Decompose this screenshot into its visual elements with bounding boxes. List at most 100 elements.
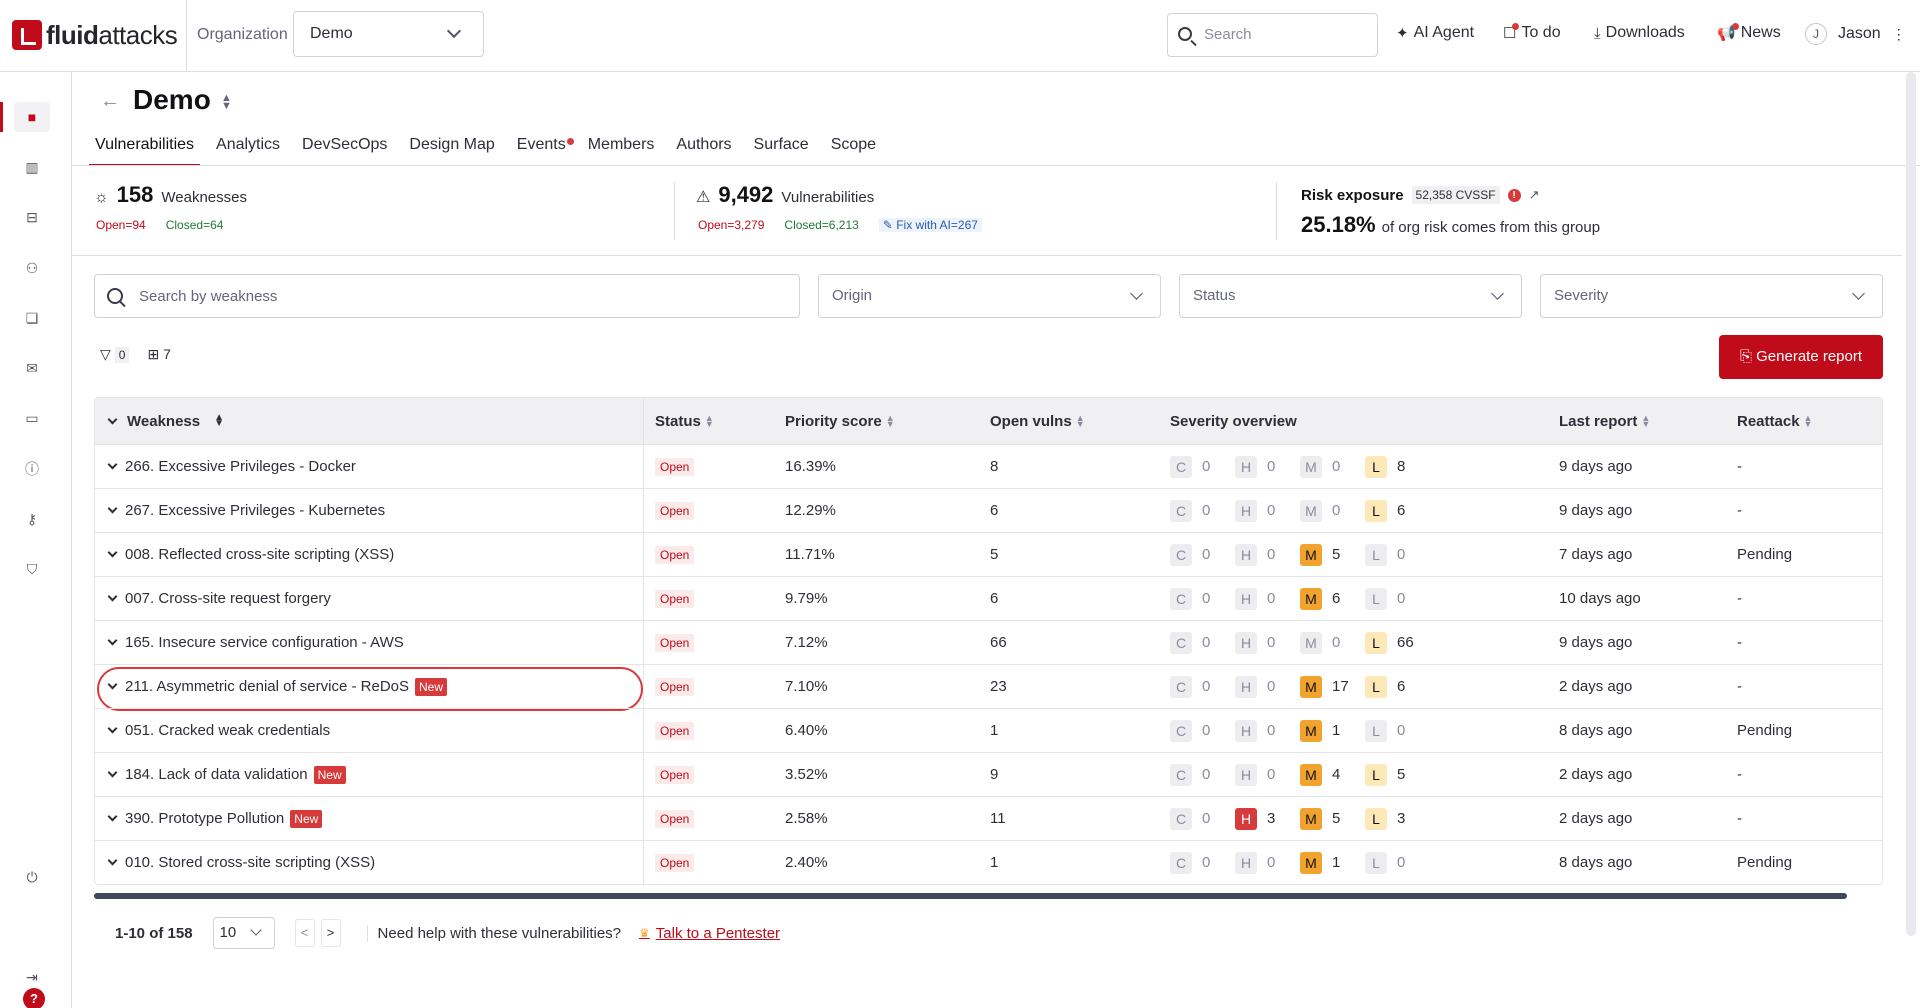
status-select[interactable]: Status (1179, 274, 1522, 318)
header-weakness[interactable]: Weakness ▲ ▼ (127, 398, 224, 444)
tab-analytics[interactable]: Analytics (216, 132, 280, 166)
sidebar-item-mail[interactable]: ✉ (14, 353, 50, 383)
status-badge: Open (655, 677, 695, 696)
organization-select[interactable]: Demo (293, 11, 484, 57)
sidebar-item-members[interactable]: ⚇ (14, 253, 50, 283)
weakness-cell[interactable]: 165. Insecure service configuration - AW… (125, 621, 404, 664)
previous-page-button[interactable]: < (294, 919, 315, 947)
warning-icon: ⚠ (696, 189, 711, 206)
weakness-cell[interactable]: 184. Lack of data validation New (125, 753, 346, 796)
ai-agent-button[interactable]: ✦ AI Agent (1396, 24, 1474, 42)
downloads-button[interactable]: ⤓ Downloads (1594, 24, 1685, 42)
tab-devsecops[interactable]: DevSecOps (302, 132, 387, 166)
header-open-vulns[interactable]: Open vulns ▲ ▼ (990, 398, 1085, 444)
table-row[interactable]: 165. Insecure service configuration - AW… (95, 620, 1882, 664)
tab-surface[interactable]: Surface (754, 132, 809, 166)
row-expand-toggle[interactable] (95, 665, 126, 708)
severity-C-badge: C (1170, 763, 1192, 786)
table-row[interactable]: 184. Lack of data validation New Open 3.52%… (95, 752, 1882, 796)
tab-authors[interactable]: Authors (676, 132, 731, 166)
columns-button[interactable]: ⊞ 7 (147, 346, 170, 363)
kebab-menu-icon[interactable]: ⋮ (1892, 26, 1906, 43)
weakness-cell[interactable]: 390. Prototype Pollution New (125, 797, 323, 840)
tab-vulnerabilities[interactable]: Vulnerabilities (88, 132, 201, 166)
vulnerabilities-closed: Closed=6,213 (784, 218, 859, 232)
origin-select[interactable]: Origin (818, 274, 1161, 318)
header-status[interactable]: Status ▲ ▼ (655, 398, 714, 444)
weakness-cell[interactable]: 051. Cracked weak credentials (125, 709, 330, 752)
filter-button[interactable]: ▽ 0 (100, 346, 130, 363)
sidebar-item-info[interactable]: ⓘ (14, 454, 50, 484)
expand-all-toggle[interactable] (95, 398, 126, 444)
row-expand-toggle[interactable] (95, 841, 126, 884)
header-priority[interactable]: Priority score ▲ ▼ (785, 398, 895, 444)
weakness-cell[interactable]: 211. Asymmetric denial of service - ReDo… (125, 665, 448, 708)
back-arrow-icon[interactable]: ← (100, 90, 120, 113)
sidebar-expand-button[interactable]: ⇥ (14, 962, 50, 992)
sidebar-item-integrations[interactable]: ⏻ (14, 862, 50, 892)
sidebar-item-files[interactable]: ❏ (14, 303, 50, 333)
row-expand-toggle[interactable] (95, 533, 126, 576)
table-row[interactable]: 010. Stored cross-site scripting (XSS) Op… (95, 840, 1882, 884)
table-row[interactable]: 008. Reflected cross-site scripting (XSS… (95, 532, 1882, 576)
sidebar-item-credentials[interactable]: ⚷ (14, 504, 50, 534)
row-expand-toggle[interactable] (95, 445, 126, 488)
news-button[interactable]: 📢 News (1717, 22, 1781, 42)
row-expand-toggle[interactable] (95, 753, 126, 796)
tab-events[interactable]: Events (516, 132, 574, 166)
table-row[interactable]: 211. Asymmetric denial of service - ReDo… (95, 664, 1882, 711)
tab-events-label: Events (516, 136, 566, 153)
severity-H: H0 (1235, 719, 1300, 742)
header-last-report[interactable]: Last report ▲ ▼ (1559, 398, 1650, 444)
help-text: Need help with these vulnerabilities? (366, 924, 621, 942)
tab-members[interactable]: Members (588, 132, 655, 166)
global-search-input[interactable]: Search (1167, 13, 1378, 57)
horizontal-scrollbar[interactable] (94, 893, 1847, 899)
row-expand-toggle[interactable] (95, 797, 126, 840)
priority-cell: 6.40% (785, 722, 828, 739)
todo-button[interactable]: ☐ To do (1503, 22, 1561, 42)
table-row[interactable]: 267. Excessive Privileges - Kubernetes Op… (95, 488, 1882, 532)
fix-with-ai-badge[interactable]: ✎ Fix with AI=267 (878, 218, 982, 232)
row-expand-toggle[interactable] (95, 621, 126, 664)
tab-scope[interactable]: Scope (831, 132, 876, 166)
switch-group-icon[interactable]: ▲ ▼ (221, 93, 232, 112)
status-badge: Open (655, 721, 695, 740)
next-page-button[interactable]: > (320, 919, 341, 947)
last-report-cell: 8 days ago (1559, 722, 1633, 739)
talk-to-pentester-link[interactable]: ♛ Talk to a Pentester (639, 925, 780, 942)
weakness-cell[interactable]: 010. Stored cross-site scripting (XSS) (125, 841, 375, 884)
weakness-cell[interactable]: 267. Excessive Privileges - Kubernetes (125, 489, 385, 532)
page-title: Demo (133, 84, 211, 115)
page-size-select[interactable]: 10 (212, 917, 275, 949)
sidebar-item-billing[interactable]: ▭ (14, 403, 50, 433)
sidebar-item-portfolio[interactable]: ⊟ (14, 202, 50, 232)
vertical-scrollbar[interactable] (1906, 72, 1916, 936)
header-reattack[interactable]: Reattack ▲ ▼ (1737, 398, 1812, 444)
row-expand-toggle[interactable] (95, 489, 126, 532)
table-row[interactable]: 007. Cross-site request forgery Open 9.79%… (95, 576, 1882, 620)
sidebar-item-groups[interactable]: ■ (14, 102, 50, 132)
external-link-icon[interactable]: ↗ (1529, 187, 1540, 203)
tab-design-map[interactable]: Design Map (409, 132, 494, 166)
weakness-cell[interactable]: 008. Reflected cross-site scripting (XSS… (125, 533, 394, 576)
user-menu[interactable]: J Jason ⋮ (1805, 23, 1906, 45)
table-row[interactable]: 266. Excessive Privileges - Docker Open 16… (95, 444, 1882, 488)
table-row[interactable]: 390. Prototype Pollution New Open 2.58% 11 C 0… (95, 796, 1882, 840)
severity-H: H0 (1235, 675, 1300, 698)
reattack-cell: Pending (1737, 854, 1793, 871)
severity-C-badge: C (1170, 543, 1192, 566)
logo[interactable]: fluidattacks (12, 18, 178, 52)
severity-L-badge: L (1365, 455, 1387, 478)
generate-report-button[interactable]: ⎘ Generate report (1719, 335, 1883, 379)
table-row[interactable]: 051. Cracked weak credentials Open 6.40% 1 C… (95, 708, 1882, 752)
sidebar-item-policies[interactable]: ⛉ (14, 554, 50, 584)
weakness-search-input[interactable]: Search by weakness (94, 274, 800, 318)
chevron-down-icon (107, 591, 118, 602)
sidebar-item-analytics[interactable]: ▥ (14, 152, 50, 182)
row-expand-toggle[interactable] (95, 709, 126, 752)
severity-select[interactable]: Severity (1540, 274, 1883, 318)
weakness-cell[interactable]: 266. Excessive Privileges - Docker (125, 445, 356, 488)
row-expand-toggle[interactable] (95, 577, 126, 620)
weakness-cell[interactable]: 007. Cross-site request forgery (125, 577, 331, 620)
